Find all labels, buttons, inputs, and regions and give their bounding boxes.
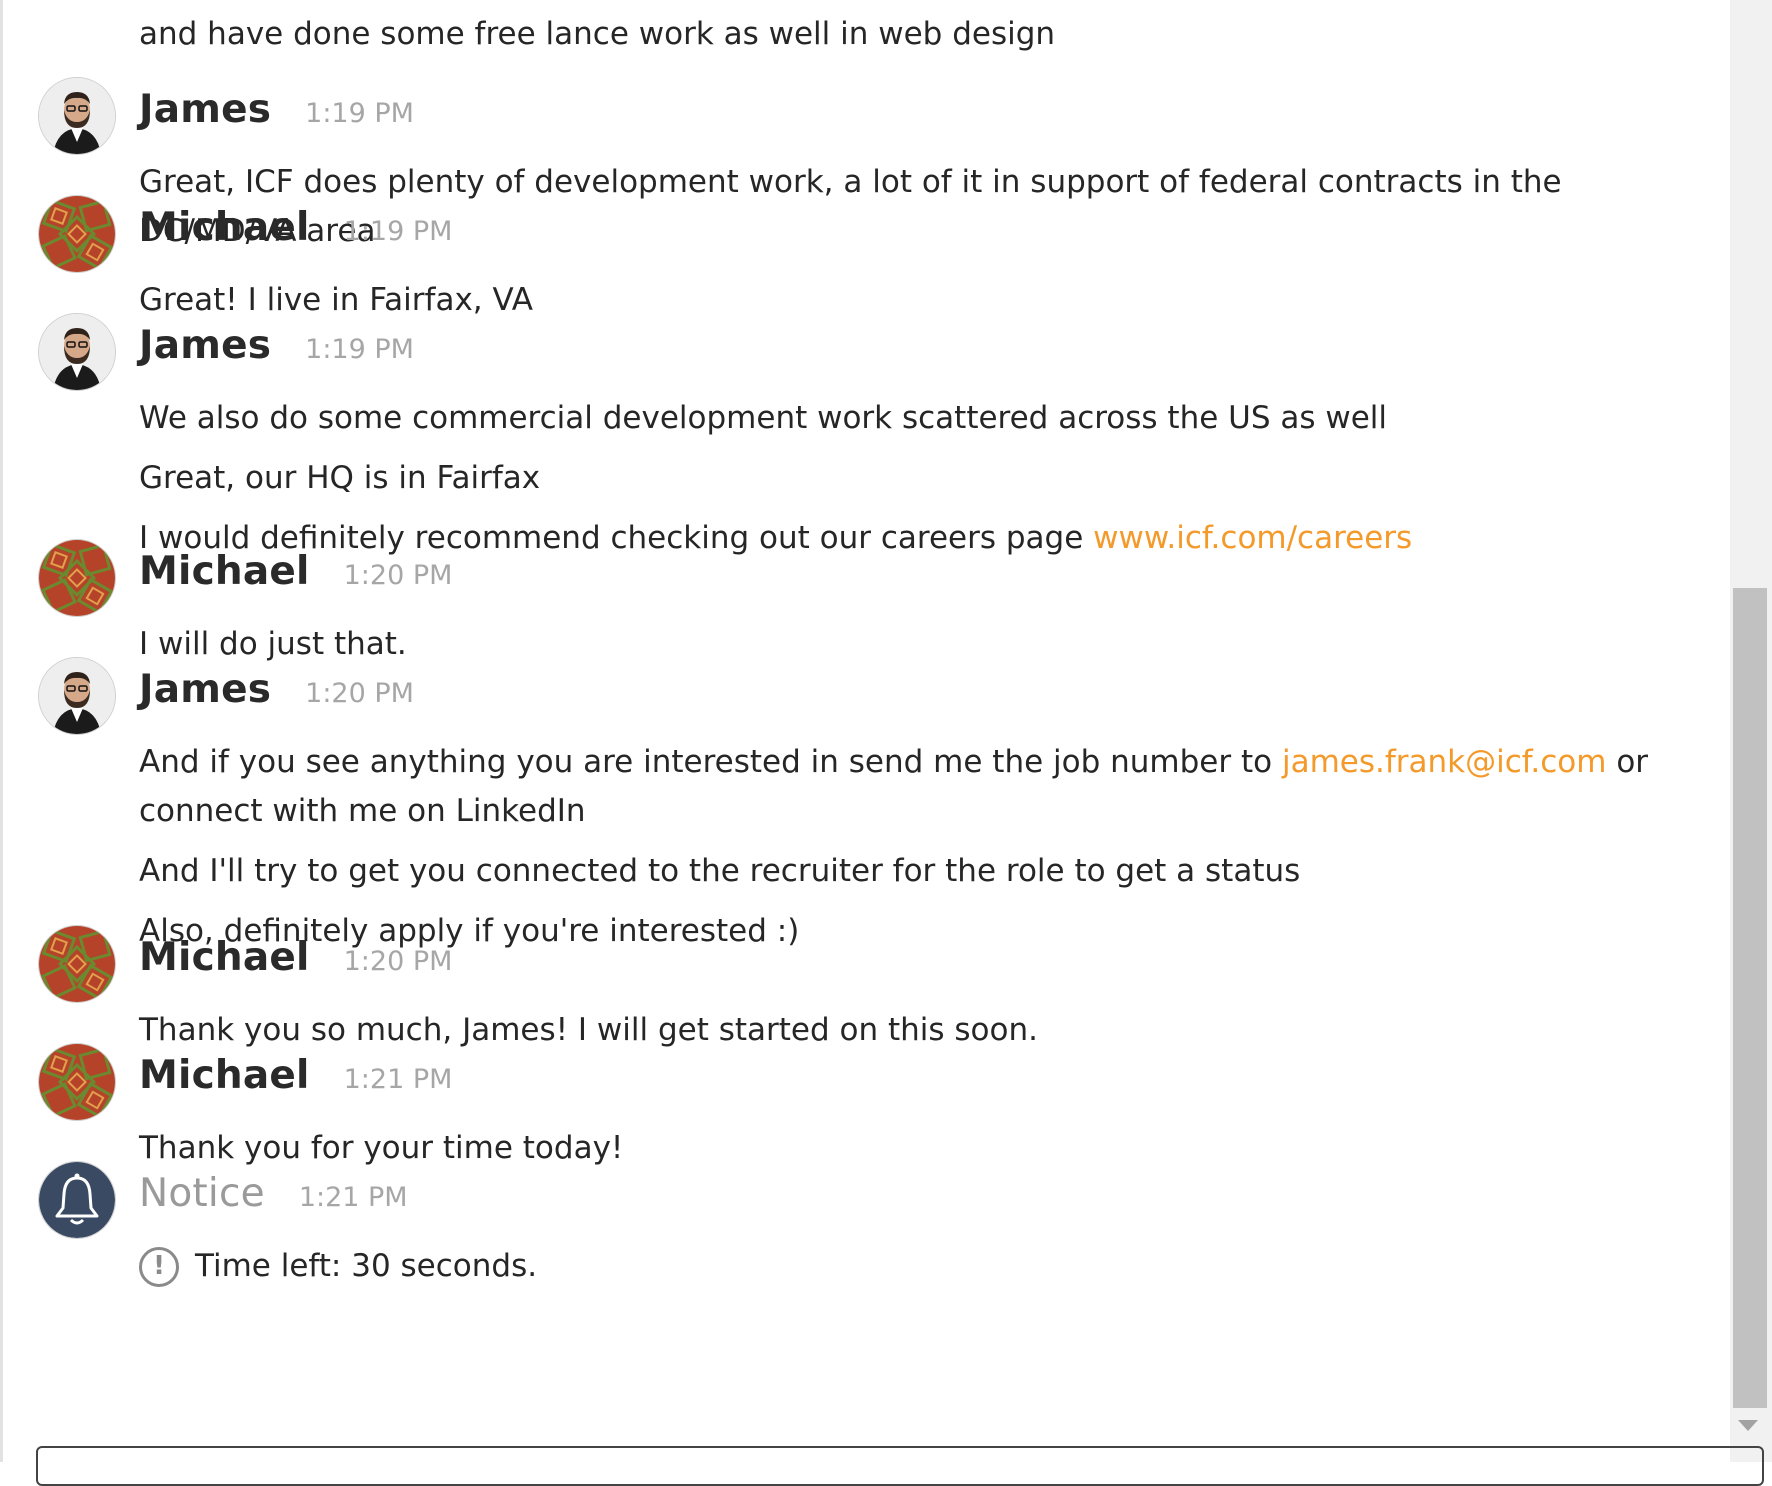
timestamp: 1:20 PM [343,560,453,591]
message-header: Michael 1:20 PM [139,926,1058,1006]
message-header: Michael 1:19 PM [139,196,553,276]
message-group: and have done some free lance work as we… [3,10,1075,70]
email-link[interactable]: james.frank@icf.com [1282,744,1607,780]
author-name[interactable]: James [139,660,271,720]
message-header: James 1:19 PM [139,78,1730,158]
careers-link[interactable]: www.icf.com/careers [1093,520,1412,556]
message-header: Michael 1:21 PM [139,1044,643,1124]
timestamp: 1:19 PM [305,98,414,129]
message-header: James 1:19 PM [139,314,1432,394]
message-header: Notice 1:21 PM [139,1162,557,1242]
message-text: Time left: 30 seconds. [195,1248,538,1284]
james-avatar[interactable] [39,78,115,154]
michael-avatar[interactable] [39,926,115,1002]
michael-avatar[interactable] [39,1044,115,1120]
bell-icon [39,1162,115,1238]
message-text: and have done some free lance work as we… [139,16,1056,52]
timestamp: 1:20 PM [305,678,414,709]
author-name: Notice [139,1171,265,1216]
message-text-prefix: And if you see anything you are interest… [139,744,1282,780]
message-group-james: James 1:20 PM And if you see anything yo… [3,658,1730,967]
author-name[interactable]: Michael [139,542,310,602]
message-text: Great, our HQ is in Fairfax [139,460,541,496]
timestamp: 1:19 PM [343,216,453,247]
message-group-james: James 1:19 PM We also do some commercial… [3,314,1432,574]
author-name[interactable]: Michael [139,1046,310,1106]
message-text: And I'll try to get you connected to the… [139,853,1301,889]
michael-avatar[interactable] [39,196,115,272]
timestamp: 1:19 PM [305,334,414,365]
message-input[interactable] [36,1446,1764,1486]
author-name[interactable]: James [139,80,271,140]
author-name[interactable]: Michael [139,198,310,258]
chat-transcript: and have done some free lance work as we… [0,0,1730,1462]
timestamp: 1:21 PM [298,1182,408,1213]
message-text: We also do some commercial development w… [139,400,1388,436]
notice-line: ! Time left: 30 seconds. [139,1242,557,1291]
author-name[interactable]: Michael [139,928,310,988]
message-header: James 1:20 PM [139,658,1730,738]
scroll-down-arrow-icon[interactable] [1738,1420,1758,1431]
james-avatar[interactable] [39,314,115,390]
exclamation-circle-icon: ! [139,1246,179,1287]
message-header: Michael 1:20 PM [139,540,452,620]
james-avatar[interactable] [39,658,115,734]
timestamp: 1:20 PM [343,946,453,977]
author-name[interactable]: James [139,316,271,376]
timestamp: 1:21 PM [343,1064,453,1095]
message-group-notice: Notice 1:21 PM ! Time left: 30 seconds. [3,1162,557,1302]
michael-avatar[interactable] [39,540,115,616]
message-text: And if you see anything you are interest… [139,738,1730,836]
scrollbar-thumb[interactable] [1733,588,1767,1408]
